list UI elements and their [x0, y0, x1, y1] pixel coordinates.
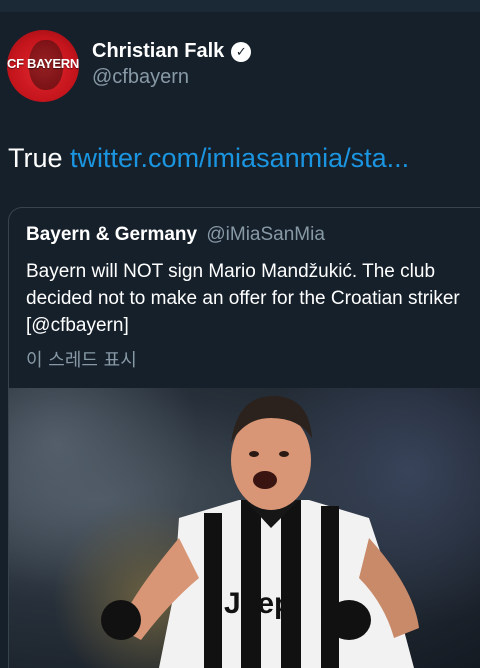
quoted-tweet-body: Bayern will NOT sign Mario Mandžukić. Th… — [26, 261, 460, 336]
author-name-row[interactable]: Christian Falk ✓ — [92, 40, 252, 63]
tweet-text: True twitter.com/imiasanmia/sta... — [8, 142, 409, 174]
tweet-link[interactable]: twitter.com/imiasanmia/sta... — [70, 143, 409, 173]
verified-badge-icon: ✓ — [231, 41, 252, 62]
player-illustration: Jeep — [101, 396, 419, 668]
author-name[interactable]: Christian Falk — [92, 40, 224, 63]
tweet-word: True — [8, 143, 63, 173]
quoted-tweet-header: Bayern & Germany @iMiaSanMia — [26, 224, 325, 246]
quoted-author-name: Bayern & Germany — [26, 224, 198, 245]
svg-text:Jeep: Jeep — [224, 587, 292, 620]
top-bar — [0, 0, 480, 12]
quoted-tweet-photo[interactable]: Jeep — [9, 388, 480, 668]
author-handle[interactable]: @cfbayern — [92, 66, 189, 89]
show-thread-link[interactable]: 이 스레드 표시 — [26, 346, 137, 372]
avatar-brand-text: CF BAYERN — [7, 56, 79, 71]
author-avatar[interactable]: CF BAYERN — [7, 30, 79, 102]
quoted-author-handle: @iMiaSanMia — [206, 224, 325, 245]
quoted-tweet-card[interactable]: Bayern & Germany @iMiaSanMia Bayern will… — [8, 207, 480, 668]
